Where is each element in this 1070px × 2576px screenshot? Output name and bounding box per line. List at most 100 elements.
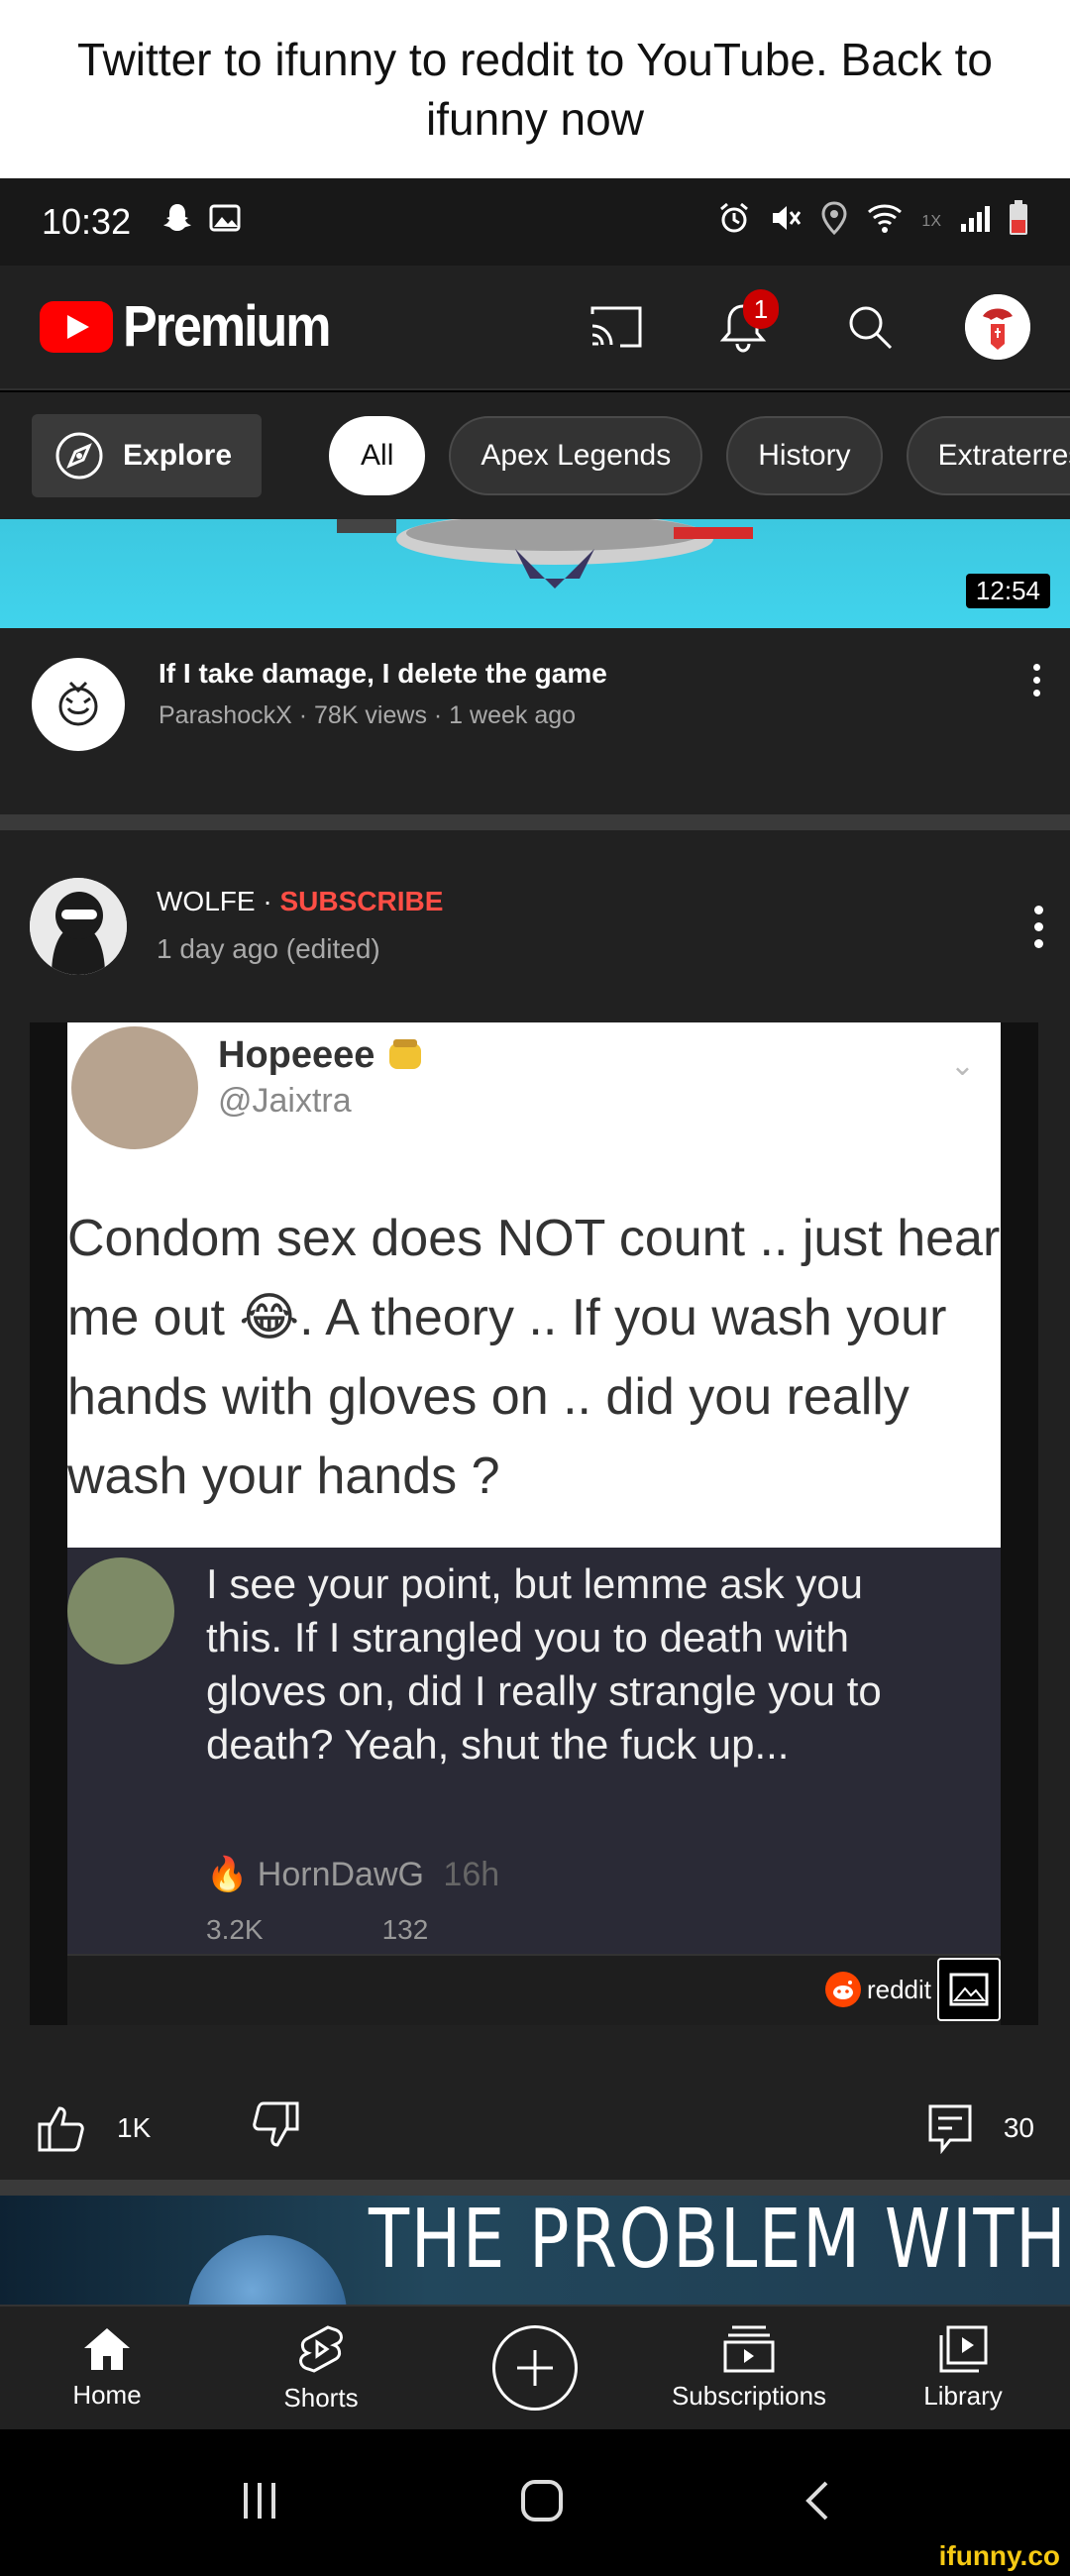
recent-apps-button[interactable] (238, 2479, 281, 2527)
chip-apex-legends[interactable]: Apex Legends (449, 416, 703, 495)
thumbs-up-icon (38, 2106, 84, 2152)
comment-icon (928, 2104, 972, 2154)
explore-label: Explore (123, 439, 233, 472)
reply-screenshot: I see your point, but lemme ask you this… (67, 1548, 1001, 1954)
tweet-handle: @Jaixtra (218, 1082, 352, 1120)
bottom-navigation: Home Shorts Subscriptions Library (0, 2305, 1070, 2429)
plus-icon (517, 2350, 553, 2386)
ifunny-watermark: ifunny.co (938, 2540, 1060, 2571)
cast-icon (590, 306, 642, 348)
post-actions-bar: 1K 30 (0, 2079, 1070, 2178)
alarm-icon (717, 201, 751, 244)
chip-extraterrestrial[interactable]: Extraterrestria (906, 416, 1070, 495)
back-chevron-icon (805, 2481, 828, 2520)
status-bar: 10:32 1X (0, 178, 1070, 266)
nav-subscriptions[interactable]: Subscriptions (642, 2325, 856, 2412)
comment-count: 30 (1003, 2112, 1034, 2143)
post-author-line: WOLFE · SUBSCRIBE (157, 886, 443, 917)
image-footer: reddit (67, 1954, 1001, 2025)
shorts-icon (299, 2324, 343, 2373)
post-author-avatar[interactable] (30, 878, 127, 975)
nav-library-label: Library (923, 2380, 1003, 2411)
nav-shorts[interactable]: Shorts (214, 2323, 428, 2414)
recent-apps-icon (244, 2482, 275, 2519)
search-icon (849, 306, 893, 350)
nav-library[interactable]: Library (856, 2325, 1070, 2412)
subscriptions-icon (723, 2325, 775, 2372)
reply-count: 132 (381, 1914, 429, 1945)
dislike-button[interactable] (250, 2099, 301, 2158)
ninja-avatar-icon (30, 878, 127, 975)
home-system-button[interactable] (519, 2478, 565, 2528)
chevron-down-icon: ⌄ (949, 1049, 975, 1082)
system-navigation-bar: ifunny.co (0, 2429, 1070, 2576)
reddit-icon (824, 1972, 861, 2007)
video-more-button[interactable] (1026, 664, 1046, 697)
video-title[interactable]: If I take damage, I delete the game (159, 658, 607, 690)
honey-pot-emoji-icon (388, 1039, 421, 1069)
video-thumbnail[interactable]: 12:54 (0, 519, 1070, 628)
cast-button[interactable] (585, 295, 648, 359)
library-icon (939, 2325, 988, 2372)
explore-button[interactable]: Explore (32, 414, 263, 497)
channel-logo-icon (58, 681, 98, 726)
post-time: 1 day ago (edited) (157, 933, 380, 964)
tweet-screenshot: Hopeeee @Jaixtra ⌄ Condom sex does NOT c… (67, 1022, 1001, 1548)
thumbs-down-icon (253, 2101, 299, 2147)
app-bar: Premium 1 (0, 266, 1070, 390)
notifications-button[interactable]: 1 (711, 289, 779, 359)
subscribe-button[interactable]: SUBSCRIBE (279, 886, 443, 916)
nav-home[interactable]: Home (0, 2326, 214, 2411)
signal-icon (959, 201, 991, 243)
post-author-name[interactable]: WOLFE · (157, 886, 272, 916)
network-label: 1X (921, 213, 941, 230)
video-duration: 12:54 (965, 574, 1050, 608)
video-card[interactable]: If I take damage, I delete the game Para… (0, 628, 1070, 814)
meme-caption: Twitter to ifunny to reddit to YouTube. … (0, 0, 1070, 178)
location-icon (820, 200, 848, 244)
create-button[interactable] (492, 2325, 578, 2411)
notification-badge: 1 (743, 289, 779, 329)
nav-subscriptions-label: Subscriptions (671, 2380, 827, 2411)
reply-reactions: 3.2K (206, 1914, 264, 1945)
wifi-icon (866, 201, 904, 244)
nav-home-label: Home (72, 2379, 142, 2410)
video-thumbnail-2[interactable]: THE PROBLEM WITH (0, 2196, 1070, 2305)
gallery-icon (208, 201, 242, 244)
nav-create[interactable] (428, 2325, 642, 2411)
community-post: WOLFE · SUBSCRIBE 1 day ago (edited) Hop… (0, 830, 1070, 2180)
image-gallery-icon[interactable] (937, 1958, 1001, 2021)
reply-avatar (67, 1557, 174, 1664)
reply-text: I see your point, but lemme ask you this… (206, 1560, 882, 1768)
thumbnail-title-text: THE PROBLEM WITH (369, 2196, 1068, 2287)
battery-icon (1009, 199, 1028, 245)
video-meta: ParashockX · 78K views · 1 week ago (159, 701, 577, 729)
profile-picture-icon (965, 294, 1030, 360)
post-image[interactable]: Hopeeee @Jaixtra ⌄ Condom sex does NOT c… (30, 1022, 1038, 2025)
tweet-text: Condom sex does NOT count .. just hear m… (67, 1210, 1001, 1505)
tweet-avatar (71, 1026, 198, 1149)
like-button[interactable]: 1K (36, 2102, 151, 2154)
account-avatar[interactable] (965, 294, 1030, 360)
like-count: 1K (117, 2112, 152, 2143)
reddit-source-tag: reddit (824, 1972, 931, 2007)
chip-all[interactable]: All (329, 416, 426, 495)
chip-history[interactable]: History (726, 416, 883, 495)
youtube-premium-logo[interactable]: Premium (40, 295, 332, 359)
nav-shorts-label: Shorts (283, 2382, 359, 2413)
filter-chips-bar: Explore All Apex Legends History Extrate… (0, 392, 1070, 519)
channel-avatar[interactable] (32, 658, 125, 751)
back-button[interactable] (802, 2479, 832, 2527)
youtube-play-icon (40, 301, 113, 353)
tweet-author-name: Hopeeee (218, 1034, 425, 1077)
comments-button[interactable]: 30 (926, 2102, 1034, 2154)
flame-icon: 🔥 (206, 1856, 249, 1893)
shield-artwork (188, 2235, 347, 2305)
search-button[interactable] (838, 295, 902, 359)
home-icon (84, 2327, 130, 2370)
logo-text: Premium (123, 294, 332, 360)
post-more-button[interactable] (1028, 906, 1048, 948)
mute-icon (769, 201, 802, 244)
status-time: 10:32 (42, 201, 132, 242)
compass-icon (55, 432, 103, 480)
